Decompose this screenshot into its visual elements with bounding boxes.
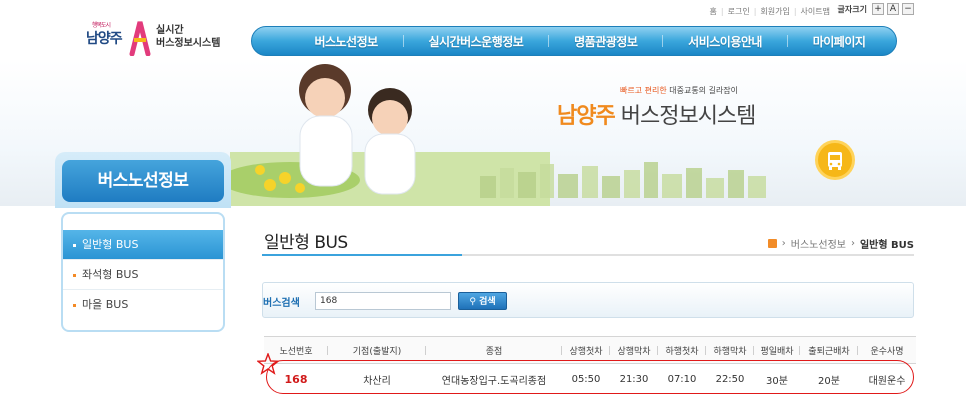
breadcrumb-current: 일반형 BUS	[859, 240, 914, 251]
bullet-icon	[73, 303, 76, 307]
side-item-regular-bus[interactable]: 일반형 BUS	[63, 230, 223, 260]
banner-title: 남양주 버스정보시스템	[557, 104, 756, 129]
col-operator: 운수사명	[870, 346, 904, 357]
breadcrumb: › 버스노선정보 › 일반형 BUS	[767, 236, 914, 251]
bus-icon	[815, 140, 855, 180]
breadcrumb-separator: ›	[781, 238, 786, 249]
col-up-last: 상행막차	[610, 344, 658, 357]
row-highlight-ellipse	[266, 360, 914, 394]
font-decrease-button[interactable]: −	[902, 3, 914, 15]
breadcrumb-item[interactable]: 버스노선정보	[791, 236, 846, 251]
logo-mark-icon	[129, 21, 151, 56]
col-up-first: 상행첫차	[562, 344, 610, 357]
col-rush-interval: 출퇴근배차	[800, 344, 858, 357]
side-menu-header: 버스노선정보	[55, 152, 231, 208]
nav-bus-routes[interactable]: 버스노선정보	[314, 33, 378, 50]
bullet-icon	[73, 243, 76, 247]
nav-service-guide[interactable]: 서비스이용안내	[688, 33, 762, 50]
bullet-icon	[73, 273, 76, 277]
search-bar: 버스검색 ⚲ 검색	[262, 282, 914, 318]
col-weekday-interval: 평일배차	[754, 344, 800, 357]
page-title: 일반형 BUS	[264, 233, 348, 253]
nav-tourism[interactable]: 명품관광정보	[574, 33, 638, 50]
sitemap-link[interactable]: 사이트맵	[801, 6, 830, 17]
separator: |	[720, 7, 724, 16]
font-increase-button[interactable]: +	[872, 3, 884, 15]
side-menu-list: 일반형 BUS 좌석형 BUS 마을 BUS	[61, 212, 225, 332]
col-down-first: 하행첫차	[658, 344, 706, 357]
search-icon: ⚲	[469, 297, 480, 307]
nav-separator	[662, 35, 664, 47]
login-link[interactable]: 로그인	[728, 6, 750, 17]
col-origin: 기점(출발지)	[328, 344, 426, 357]
nav-separator	[402, 35, 404, 47]
side-item-seat-bus[interactable]: 좌석형 BUS	[63, 260, 223, 290]
home-icon[interactable]	[767, 239, 777, 248]
nav-mypage[interactable]: 마이페이지	[813, 33, 866, 50]
nav-realtime-bus[interactable]: 실시간버스운행정보	[428, 33, 523, 50]
main-nav: 버스노선정보 실시간버스운행정보 명품관광정보 서비스이용안내 마이페이지	[251, 26, 897, 56]
logo-subtitle: 실시간 버스정보시스템	[156, 25, 221, 49]
search-input[interactable]	[315, 292, 451, 310]
title-divider-accent	[262, 254, 462, 256]
city-skyline-illustration	[480, 162, 766, 198]
home-link[interactable]: 홈	[710, 6, 717, 17]
utility-links: 홈 | 로그인 | 회원가입 | 사이트맵	[710, 6, 830, 17]
font-reset-button[interactable]: A	[887, 3, 899, 15]
search-button[interactable]: ⚲ 검색	[458, 292, 507, 310]
col-terminus: 종점	[426, 344, 562, 357]
separator: |	[753, 7, 757, 16]
search-label: 버스검색	[263, 298, 300, 309]
font-size-label: 글자크기	[837, 4, 867, 14]
logo-slogan: 행복도시	[92, 22, 111, 29]
site-logo[interactable]: 행복도시 남양주 실시간 버스정보시스템	[86, 18, 226, 62]
side-menu-title: 버스노선정보	[62, 160, 224, 202]
banner-tagline: 빠르고 편리한 대중교통의 길라잡이	[620, 86, 739, 95]
star-icon	[257, 353, 279, 375]
signup-link[interactable]: 회원가입	[760, 6, 789, 17]
nav-separator	[548, 35, 550, 47]
side-item-village-bus[interactable]: 마을 BUS	[63, 290, 223, 320]
logo-city-text: 행복도시 남양주	[86, 22, 123, 47]
font-size-controls: 글자크기 + A −	[838, 3, 914, 15]
separator: |	[793, 7, 797, 16]
side-menu: 버스노선정보 일반형 BUS 좌석형 BUS 마을 BUS	[55, 152, 231, 332]
breadcrumb-separator: ›	[850, 238, 855, 249]
nav-separator	[786, 35, 788, 47]
col-down-last: 하행막차	[706, 344, 754, 357]
